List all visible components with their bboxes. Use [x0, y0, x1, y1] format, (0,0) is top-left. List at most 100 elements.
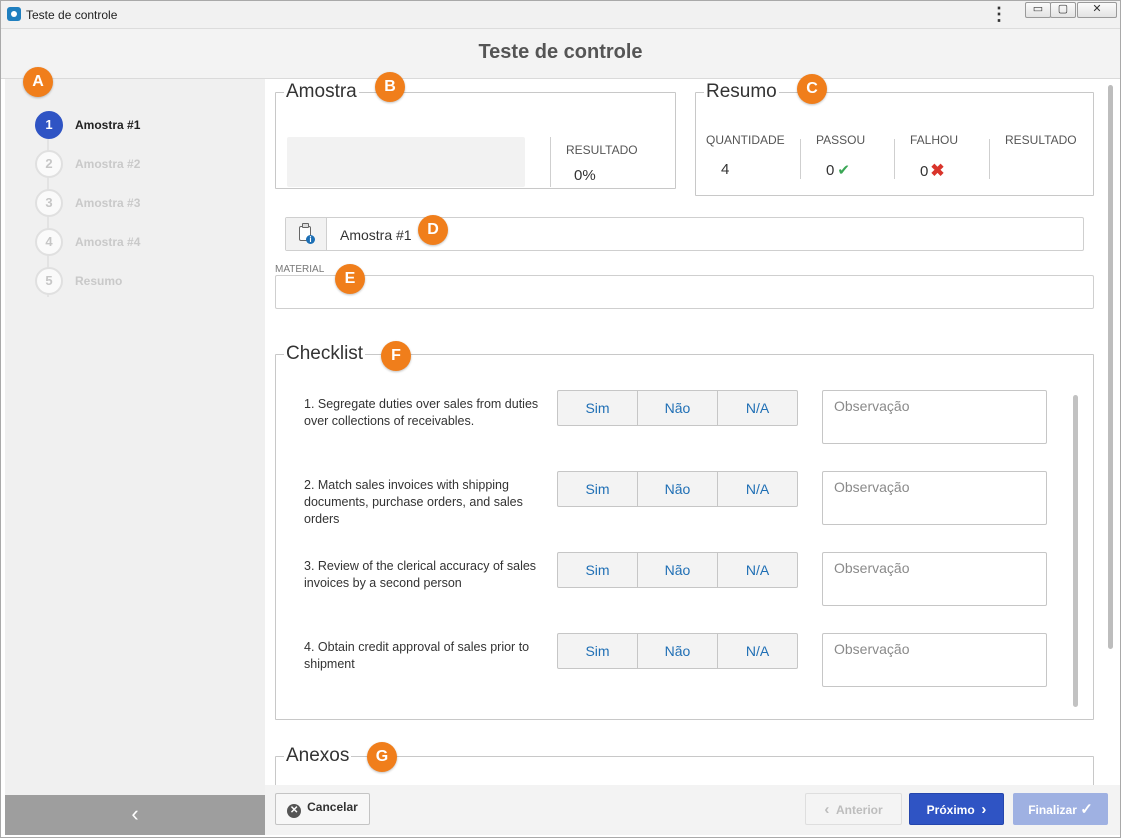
- checklist-item-text: 4. Obtain credit approval of sales prior…: [304, 640, 530, 671]
- amostra-panel-title: Amostra: [286, 81, 357, 102]
- chevron-left-icon: ‹: [131, 801, 139, 826]
- anexos-title: Anexos: [286, 745, 350, 766]
- checklist-item-text: 2. Match sales invoices with shipping do…: [304, 478, 523, 526]
- title-bar: Teste de controle ⋮ ▭ ▢ ✕: [1, 1, 1120, 29]
- callout-marker-g: G: [367, 742, 397, 772]
- answer-no-button[interactable]: Não: [638, 553, 718, 587]
- minimize-button[interactable]: ▭: [1025, 2, 1051, 18]
- check-icon: ✔: [837, 162, 850, 179]
- previous-label: Anterior: [836, 802, 883, 817]
- step-number: 5: [35, 267, 63, 295]
- step-amostra-4[interactable]: 4 Amostra #4: [35, 228, 255, 256]
- step-amostra-2[interactable]: 2 Amostra #2: [35, 150, 255, 178]
- footer: ✕ Cancelar ‹ Anterior Próximo › Finalizar…: [265, 785, 1120, 835]
- divider: [989, 139, 990, 179]
- resumo-panel-title: Resumo: [706, 81, 777, 102]
- main-content: Amostra RESULTADO 0% Resumo QUANTIDADE 4…: [265, 79, 1120, 794]
- answer-na-button[interactable]: N/A: [718, 634, 797, 668]
- step-number: 3: [35, 189, 63, 217]
- quantity-label: QUANTIDADE: [706, 133, 785, 147]
- checklist-item: 3. Review of the clerical accuracy of sa…: [304, 552, 1084, 608]
- checklist-item: 4. Obtain credit approval of sales prior…: [304, 633, 1084, 689]
- result-value: 0%: [574, 167, 596, 184]
- callout-marker-d: D: [418, 215, 448, 245]
- failed-value: 0: [920, 163, 929, 180]
- passed-value-group: 0 ✔: [826, 161, 850, 179]
- close-button[interactable]: ✕: [1077, 2, 1117, 18]
- step-amostra-3[interactable]: 3 Amostra #3: [35, 189, 255, 217]
- divider: [550, 137, 551, 187]
- main-scrollbar[interactable]: [1108, 85, 1113, 649]
- step-label: Amostra #2: [75, 157, 141, 171]
- answer-no-button[interactable]: Não: [638, 472, 718, 506]
- amostra-panel: Amostra RESULTADO 0%: [275, 81, 676, 189]
- callout-marker-e: E: [335, 264, 365, 294]
- failed-label: FALHOU: [910, 133, 959, 147]
- checklist-item-text: 3. Review of the clerical accuracy of sa…: [304, 559, 537, 590]
- cancel-icon: ✕: [287, 804, 302, 818]
- page-title: Teste de controle: [478, 41, 643, 63]
- answer-na-button[interactable]: N/A: [718, 391, 797, 425]
- chevron-left-icon: ‹: [824, 800, 830, 818]
- sample-field-value: Amostra #1: [340, 227, 412, 243]
- maximize-button[interactable]: ▢: [1050, 2, 1076, 18]
- observation-field[interactable]: [822, 471, 1047, 525]
- observation-field[interactable]: [822, 552, 1047, 606]
- answer-na-button[interactable]: N/A: [718, 553, 797, 587]
- step-label: Resumo: [75, 274, 123, 288]
- answer-na-button[interactable]: N/A: [718, 472, 797, 506]
- divider: [894, 139, 895, 179]
- more-options-icon[interactable]: ⋮: [990, 5, 1008, 25]
- x-icon: ✖: [930, 161, 945, 180]
- result-label: RESULTADO: [566, 143, 638, 157]
- callout-marker-a: A: [23, 67, 53, 97]
- chevron-right-icon: ›: [981, 800, 987, 818]
- answer-group: Sim Não N/A: [557, 633, 798, 669]
- sample-progress: [287, 137, 525, 187]
- app-logo-icon: [7, 7, 21, 21]
- next-button[interactable]: Próximo ›: [909, 793, 1004, 825]
- minimize-icon: ▭: [1032, 3, 1044, 15]
- answer-group: Sim Não N/A: [557, 390, 798, 426]
- observation-field[interactable]: [822, 633, 1047, 687]
- checkmark-icon: ✓: [1080, 801, 1093, 818]
- finish-button[interactable]: Finalizar ✓: [1013, 793, 1108, 825]
- answer-no-button[interactable]: Não: [638, 634, 718, 668]
- sample-field[interactable]: i Amostra #1: [285, 217, 1084, 251]
- step-resumo[interactable]: 5 Resumo: [35, 267, 255, 295]
- previous-button[interactable]: ‹ Anterior: [805, 793, 902, 825]
- checklist-title: Checklist: [286, 343, 364, 364]
- material-label: MATERIAL: [275, 264, 325, 275]
- material-input[interactable]: [275, 275, 1094, 309]
- step-label: Amostra #3: [75, 196, 141, 210]
- page-header: Teste de controle: [1, 29, 1120, 79]
- checklist-panel: Checklist 1. Segregate duties over sales…: [275, 343, 1094, 720]
- step-amostra-1[interactable]: 1 Amostra #1: [35, 111, 255, 139]
- answer-no-button[interactable]: Não: [638, 391, 718, 425]
- cancel-label: Cancelar: [307, 800, 358, 814]
- callout-marker-c: C: [797, 74, 827, 104]
- step-number: 4: [35, 228, 63, 256]
- observation-field[interactable]: [822, 390, 1047, 444]
- sample-info-button[interactable]: i: [286, 218, 327, 250]
- collapse-sidebar-button[interactable]: ‹: [5, 795, 265, 835]
- close-icon: ✕: [1092, 3, 1102, 15]
- answer-yes-button[interactable]: Sim: [558, 472, 638, 506]
- answer-yes-button[interactable]: Sim: [558, 634, 638, 668]
- divider: [800, 139, 801, 179]
- step-label: Amostra #4: [75, 235, 141, 249]
- checklist-item-text: 1. Segregate duties over sales from duti…: [304, 397, 539, 428]
- cancel-button[interactable]: ✕ Cancelar: [275, 793, 370, 825]
- step-number: 1: [35, 111, 63, 139]
- next-label: Próximo: [926, 802, 975, 817]
- finish-label: Finalizar: [1028, 803, 1077, 817]
- resumo-panel: Resumo QUANTIDADE 4 PASSOU 0 ✔ FALHOU 0 ✖ …: [695, 81, 1094, 196]
- checklist-item: 1. Segregate duties over sales from duti…: [304, 390, 1084, 446]
- passed-value: 0: [826, 162, 835, 179]
- answer-yes-button[interactable]: Sim: [558, 391, 638, 425]
- checklist-scrollbar[interactable]: [1073, 395, 1078, 707]
- maximize-icon: ▢: [1057, 3, 1069, 15]
- callout-marker-f: F: [381, 341, 411, 371]
- checklist-item: 2. Match sales invoices with shipping do…: [304, 471, 1084, 527]
- answer-yes-button[interactable]: Sim: [558, 553, 638, 587]
